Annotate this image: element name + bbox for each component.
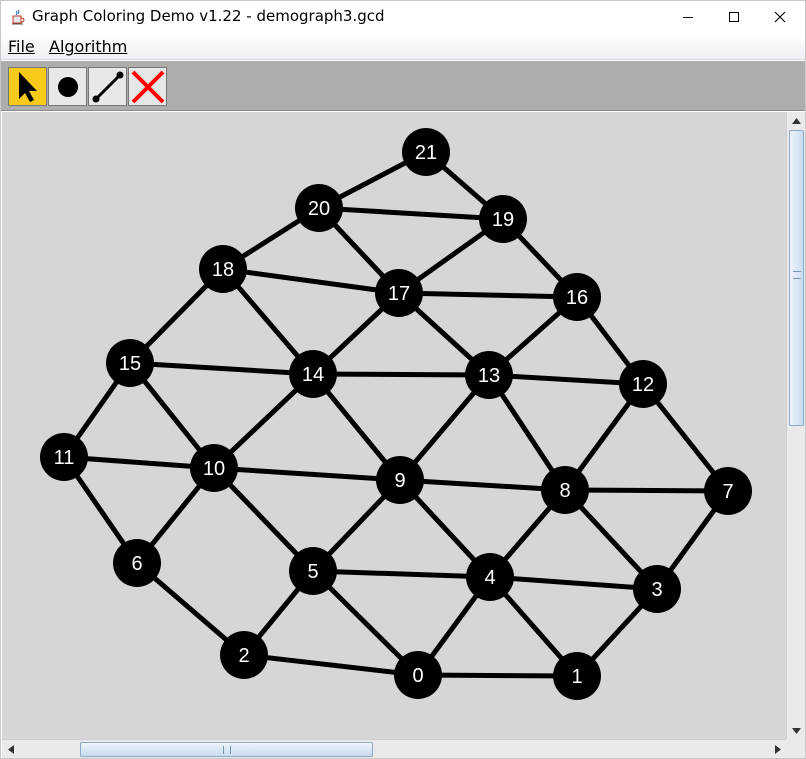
filled-circle-icon [57,76,78,97]
graph-node[interactable]: 14 [289,350,337,398]
graph-node[interactable]: 16 [553,273,601,321]
scroll-left-button[interactable] [2,740,19,759]
node-label: 4 [484,567,495,589]
add-node-tool[interactable] [48,67,87,106]
add-edge-tool[interactable] [88,67,127,106]
menu-algorithm-label: Algorithm [49,37,128,56]
maximize-icon [729,12,739,22]
scroll-up-button[interactable] [787,112,806,129]
node-label: 16 [566,287,588,309]
triangle-right-icon [774,745,781,754]
graph-edge[interactable] [243,652,419,678]
close-button[interactable] [757,1,803,33]
grip-icon [223,746,231,754]
line-segment-icon [92,71,123,102]
minimize-button[interactable] [665,1,711,33]
grip-icon [793,271,801,279]
graph-node[interactable]: 21 [402,128,450,176]
triangle-down-icon [792,727,801,734]
node-label: 9 [394,470,405,492]
node-label: 14 [302,364,324,386]
graph-node[interactable]: 3 [633,565,681,613]
graph-edge[interactable] [312,568,491,580]
node-label: 3 [651,579,662,601]
node-label: 8 [559,480,570,502]
graph-node[interactable]: 20 [295,184,343,232]
window-title: Graph Coloring Demo v1.22 - demograph3.g… [32,7,385,25]
toolbar [1,61,805,111]
menu-bar: File Algorithm [1,33,805,60]
java-cup-icon [12,9,25,25]
node-label: 0 [412,665,423,687]
node-label: 6 [131,553,142,575]
vertical-scroll-thumb[interactable] [789,130,804,426]
triangle-up-icon [792,117,801,124]
graph-edge[interactable] [399,477,566,493]
vertical-scrollbar[interactable] [786,112,805,739]
node-label: 5 [307,561,318,583]
scrollbar-corner [786,739,805,758]
graph-node[interactable]: 19 [479,195,527,243]
menu-file-label: File [8,37,35,56]
horizontal-scroll-thumb[interactable] [80,742,373,757]
node-label: 17 [388,283,410,305]
node-label: 21 [415,142,437,164]
triangle-left-icon [7,745,14,754]
graph-node[interactable]: 17 [375,269,423,317]
graph-edge[interactable] [222,266,400,296]
node-label: 7 [722,481,733,503]
graph-node[interactable]: 0 [394,651,442,699]
graph-edge[interactable] [489,574,658,592]
graph-node[interactable]: 9 [376,456,424,504]
graph-node[interactable]: 8 [541,466,589,514]
scroll-right-button[interactable] [769,740,786,759]
node-label: 18 [212,259,234,281]
node-label: 10 [203,458,225,480]
close-icon [774,11,786,23]
graph-node[interactable]: 15 [106,339,154,387]
node-label: 12 [632,374,654,396]
app-window: Graph Coloring Demo v1.22 - demograph3.g… [0,0,806,759]
graph-edge[interactable] [564,487,729,494]
node-label: 13 [478,365,500,387]
edges-layer [61,149,731,679]
title-bar[interactable]: Graph Coloring Demo v1.22 - demograph3.g… [1,1,805,33]
graph-node[interactable]: 1 [553,652,601,700]
graph-node[interactable]: 7 [704,467,752,515]
node-label: 15 [119,353,141,375]
graph-drawing[interactable]: 0 123456789101112131415161718192021 [2,112,786,739]
menu-algorithm[interactable]: Algorithm [49,37,127,56]
scroll-down-button[interactable] [787,722,806,739]
graph-node[interactable]: 18 [199,245,247,293]
node-label: 11 [54,447,75,469]
graph-node[interactable]: 10 [190,444,238,492]
node-label: 2 [238,645,249,667]
graph-edge[interactable] [312,371,490,378]
menu-file[interactable]: File [8,37,35,56]
graph-node[interactable]: 6 [113,539,161,587]
delete-tool[interactable] [128,67,167,106]
graph-node[interactable]: 2 [220,631,268,679]
node-label: 20 [308,198,330,220]
graph-node[interactable]: 13 [465,351,513,399]
select-tool[interactable] [8,67,47,106]
graph-node[interactable]: 12 [619,360,667,408]
graph-canvas[interactable]: 0 1 2 3 4 5 6 7 8 9 10 11 12 13 14 15 16 17 18 19 20 21 [2,112,786,739]
graph-edge[interactable] [318,205,504,222]
graph-edge[interactable] [213,465,401,483]
graph-node[interactable]: 4 [466,553,514,601]
node-label: 1 [571,666,582,688]
arrow-pointer-icon [18,71,37,102]
minimize-icon [683,17,693,18]
graph-node[interactable]: 11 [40,433,88,481]
maximize-button[interactable] [711,1,757,33]
graph-edge[interactable] [129,360,314,377]
graph-edge[interactable] [398,290,578,300]
horizontal-scrollbar[interactable] [2,739,786,758]
node-label: 19 [492,209,514,231]
red-x-icon [131,70,164,103]
graph-node[interactable]: 5 [289,547,337,595]
